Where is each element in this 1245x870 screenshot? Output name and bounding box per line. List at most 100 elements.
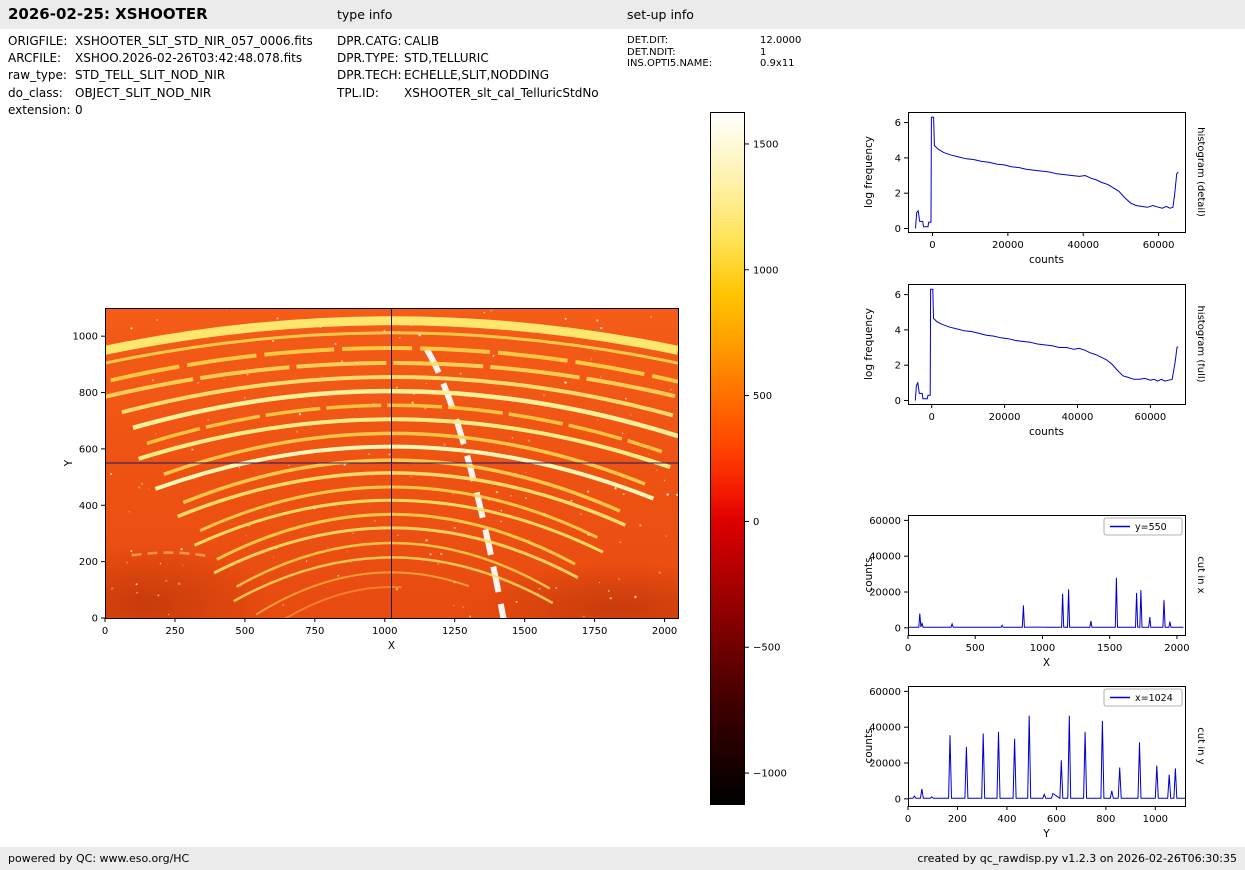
svg-text:600: 600 [79,444,98,455]
dpr-type-value: STD,TELLURIC [404,51,489,66]
detector-image-chart: 0 250 500 750 1000 1250 1500 1750 2000 0 200 400 600… [60,300,690,658]
svg-text:600: 600 [1047,814,1066,825]
dpr-catg-value: CALIB [404,34,440,48]
svg-text:counts: counts [863,557,875,592]
origfile-label: ORIGFILE: [8,34,68,48]
svg-text:0: 0 [905,643,911,654]
svg-text:20000: 20000 [989,412,1021,423]
histogram-detail-chart: 0 20000 40000 60000 0 2 4 6 counts log frequency h… [860,104,1206,274]
svg-text:cut in x: cut in x [1195,556,1205,593]
arcfile-value: XSHOO.2026-02-26T03:42:48.078.fits [75,51,303,66]
dpr-tech-label: DPR.TECH: [337,68,402,83]
svg-text:1000: 1000 [753,265,778,276]
histogram-full-chart: 0 20000 40000 60000 0 2 4 6 counts log frequency h… [860,276,1206,446]
svg-text:Y: Y [1042,828,1050,840]
svg-text:−500: −500 [753,643,780,654]
page-title: 2026-02-25: XSHOOTER [8,5,208,23]
svg-text:500: 500 [753,391,772,402]
tpl-id-label: TPL.ID: [337,85,379,100]
svg-text:0: 0 [929,412,935,423]
svg-text:1500: 1500 [1097,643,1122,654]
file-metadata-block: ORIGFILE: XSHOOTER_SLT_STD_NIR_057_0006.f… [8,33,313,119]
svg-text:6: 6 [895,118,901,129]
svg-text:1500: 1500 [753,139,778,150]
svg-text:counts: counts [1029,426,1064,438]
meta-row: do_class: OBJECT_SLIT_NOD_NIR [8,85,313,102]
svg-text:0: 0 [895,224,901,235]
header-bar: 2026-02-25: XSHOOTER type info set-up in… [0,0,1245,29]
svg-text:40000: 40000 [1062,412,1094,423]
svg-text:60000: 60000 [869,687,901,698]
colorbar: 1500 1000 500 0 −500 −1000 [710,112,795,805]
svg-text:200: 200 [948,814,967,825]
do-class-label: do_class: [8,85,63,100]
dpr-catg-label: DPR.CATG: [337,34,402,48]
meta-row: DPR.TECH: ECHELLE,SLIT,NODDING [337,67,599,84]
svg-text:0: 0 [102,626,108,637]
meta-row: ORIGFILE: XSHOOTER_SLT_STD_NIR_057_0006.f… [8,33,313,50]
meta-row: DET.NDIT: 1 [627,47,801,59]
svg-text:counts: counts [863,728,875,763]
meta-row: raw_type: STD_TELL_SLIT_NOD_NIR [8,67,313,84]
meta-row: INS.OPTI5.NAME: 0.9x11 [627,58,801,70]
qc-report-page: 2026-02-25: XSHOOTER type info set-up in… [0,0,1245,870]
svg-text:60000: 60000 [1143,240,1175,251]
svg-text:0: 0 [753,517,759,528]
svg-text:counts: counts [1029,254,1064,266]
svg-text:0: 0 [905,814,911,825]
svg-text:1000: 1000 [73,332,98,343]
svg-text:4: 4 [895,153,901,164]
meta-row: TPL.ID: XSHOOTER_slt_cal_TelluricStdNo [337,85,599,102]
cut-in-x-chart: 0 500 1000 1500 2000 0 20000 40000 60000 Xcounts c… [860,507,1206,677]
do-class-value: OBJECT_SLIT_NOD_NIR [75,85,212,100]
tpl-id-value: XSHOOTER_slt_cal_TelluricStdNo [404,85,599,100]
svg-text:2: 2 [895,361,901,372]
meta-row: extension: 0 [8,102,313,119]
svg-text:1000: 1000 [1030,643,1055,654]
type-info-block: DPR.CATG: CALIB DPR.TYPE: STD,TELLURIC DPR… [337,33,599,102]
extension-label: extension: [8,102,71,117]
svg-text:cut in y: cut in y [1195,727,1205,764]
meta-row: DPR.CATG: CALIB [337,33,599,50]
svg-text:y=550: y=550 [1135,522,1167,533]
svg-text:20000: 20000 [992,240,1024,251]
svg-text:X: X [388,640,395,652]
setup-info-heading: set-up info [627,7,694,22]
svg-text:2: 2 [895,189,901,200]
svg-text:1000: 1000 [372,626,397,637]
svg-text:1000: 1000 [1143,814,1168,825]
svg-text:1250: 1250 [442,626,467,637]
setup-info-block: DET.DIT: 12.0000 DET.NDIT: 1 INS.OPTI5.NAM… [627,35,801,70]
arcfile-label: ARCFILE: [8,51,62,66]
dpr-type-label: DPR.TYPE: [337,51,399,66]
svg-text:2000: 2000 [1164,643,1189,654]
svg-text:0: 0 [92,614,98,625]
svg-text:1750: 1750 [582,626,607,637]
meta-row: DET.DIT: 12.0000 [627,35,801,47]
svg-text:60000: 60000 [1134,412,1166,423]
footer-left-text: powered by QC: www.eso.org/HC [8,852,190,865]
extension-value: 0 [75,102,83,117]
det-dit-value: 12.0000 [760,35,802,46]
type-info-heading: type info [337,7,393,22]
svg-text:X: X [1043,657,1050,669]
svg-text:800: 800 [79,388,98,399]
svg-text:histogram (full): histogram (full) [1195,305,1205,382]
meta-row: DPR.TYPE: STD,TELLURIC [337,50,599,67]
svg-text:x=1024: x=1024 [1135,693,1173,704]
svg-text:750: 750 [305,626,324,637]
ins-opti5-name-label: INS.OPTI5.NAME: [627,58,713,70]
svg-text:500: 500 [966,643,985,654]
svg-text:0: 0 [895,794,901,805]
svg-text:histogram (detail): histogram (detail) [1195,127,1205,217]
svg-text:400: 400 [997,814,1016,825]
svg-text:200: 200 [79,557,98,568]
raw-type-value: STD_TELL_SLIT_NOD_NIR [75,68,226,83]
svg-text:500: 500 [235,626,254,637]
svg-text:1500: 1500 [512,626,537,637]
svg-text:log frequency: log frequency [863,136,875,208]
svg-text:400: 400 [79,501,98,512]
footer-bar: powered by QC: www.eso.org/HC created by… [0,847,1245,870]
svg-text:0: 0 [895,396,901,407]
svg-text:0: 0 [929,240,935,251]
